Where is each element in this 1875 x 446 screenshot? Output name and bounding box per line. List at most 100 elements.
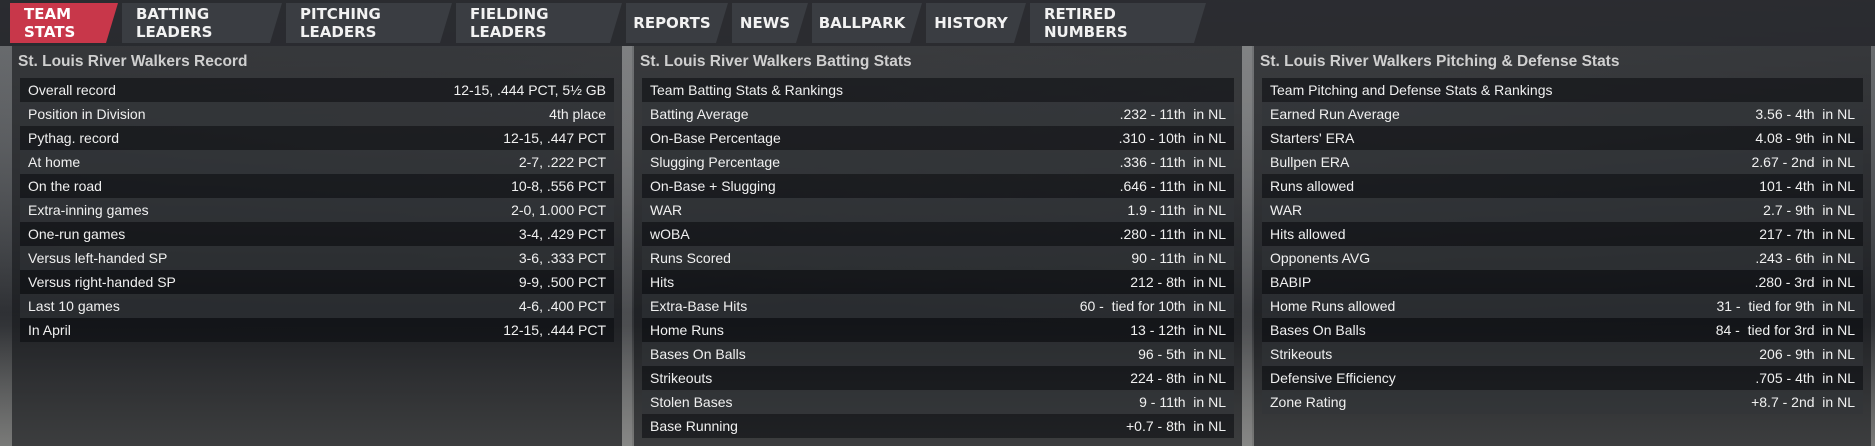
batting-row-label: Hits bbox=[650, 274, 675, 290]
pitching-row: Bases On Balls 84 - tied for 3rd in NL bbox=[1262, 318, 1863, 342]
batting-row: On-Base + Slugging .646 - 11th in NL bbox=[642, 174, 1234, 198]
record-row-value: 3-6, .333 PCT bbox=[518, 250, 606, 266]
batting-row-value: 212 - 8th in NL bbox=[1130, 274, 1226, 290]
batting-row: On-Base Percentage .310 - 10th in NL bbox=[642, 126, 1234, 150]
record-row-label: Pythag. record bbox=[28, 130, 120, 146]
tab-history[interactable]: HISTORY bbox=[926, 3, 1026, 43]
batting-row-label: Extra-Base Hits bbox=[650, 298, 748, 314]
batting-row-value: 13 - 12th in NL bbox=[1130, 322, 1226, 338]
batting-row-label: Bases On Balls bbox=[650, 346, 746, 362]
record-row-value: 12-15, .447 PCT bbox=[503, 130, 606, 146]
pitching-panel-title: St. Louis River Walkers Pitching & Defen… bbox=[1260, 53, 1620, 70]
record-row-label: At home bbox=[28, 154, 81, 170]
batting-row: Bases On Balls 96 - 5th in NL bbox=[642, 342, 1234, 366]
batting-row-label: Stolen Bases bbox=[650, 394, 733, 410]
tab-reports[interactable]: REPORTS bbox=[626, 3, 728, 43]
pitching-row: Hits allowed 217 - 7th in NL bbox=[1262, 222, 1863, 246]
pitching-panel: St. Louis River Walkers Pitching & Defen… bbox=[1254, 46, 1871, 446]
batting-row-value: .280 - 11th in NL bbox=[1119, 226, 1226, 242]
batting-row-label: On-Base + Slugging bbox=[650, 178, 776, 194]
record-row: Overall record 12-15, .444 PCT, 5½ GB bbox=[20, 78, 614, 102]
pitching-row-value: 101 - 4th in NL bbox=[1759, 178, 1855, 194]
pitching-row-value: 4.08 - 9th in NL bbox=[1755, 130, 1855, 146]
batting-row-value: +0.7 - 8th in NL bbox=[1125, 418, 1226, 434]
pitching-row-value: 206 - 9th in NL bbox=[1759, 346, 1855, 362]
pitching-row: Strikeouts 206 - 9th in NL bbox=[1262, 342, 1863, 366]
batting-row: Runs Scored 90 - 11th in NL bbox=[642, 246, 1234, 270]
batting-panel: St. Louis River Walkers Batting Stats Te… bbox=[634, 46, 1242, 446]
pitching-row: Bullpen ERA 2.67 - 2nd in NL bbox=[1262, 150, 1863, 174]
batting-row-label: Runs Scored bbox=[650, 250, 731, 266]
pitching-row: Zone Rating +8.7 - 2nd in NL bbox=[1262, 390, 1863, 414]
tab-team-stats[interactable]: TEAM STATS bbox=[10, 3, 118, 43]
tab-ballpark[interactable]: BALLPARK bbox=[812, 3, 922, 43]
batting-row-label: On-Base Percentage bbox=[650, 130, 781, 146]
record-row-label: Position in Division bbox=[28, 106, 146, 122]
batting-row: Slugging Percentage .336 - 11th in NL bbox=[642, 150, 1234, 174]
batting-row: Strikeouts 224 - 8th in NL bbox=[642, 366, 1234, 390]
batting-row-label: wOBA bbox=[650, 226, 690, 242]
batting-row: wOBA .280 - 11th in NL bbox=[642, 222, 1234, 246]
record-row-value: 2-7, .222 PCT bbox=[518, 154, 606, 170]
batting-row-value: 1.9 - 11th in NL bbox=[1127, 202, 1226, 218]
record-row-label: Versus right-handed SP bbox=[28, 274, 176, 290]
record-row-value: 10-8, .556 PCT bbox=[511, 178, 606, 194]
pitching-row-label: Zone Rating bbox=[1270, 394, 1347, 410]
record-row-value: 2-0, 1.000 PCT bbox=[511, 202, 606, 218]
tab-batting-leaders[interactable]: BATTING LEADERS bbox=[122, 3, 282, 43]
batting-list: Team Batting Stats & Rankings Batting Ave… bbox=[634, 78, 1242, 438]
record-row-value: 9-9, .500 PCT bbox=[518, 274, 606, 290]
record-panel: St. Louis River Walkers Record Overall r… bbox=[12, 46, 622, 446]
pitching-row: Opponents AVG .243 - 6th in NL bbox=[1262, 246, 1863, 270]
record-row-label: On the road bbox=[28, 178, 102, 194]
batting-row-value: .310 - 10th in NL bbox=[1118, 130, 1226, 146]
tab-fielding-leaders[interactable]: FIELDING LEADERS bbox=[456, 3, 622, 43]
pitching-row-value: 217 - 7th in NL bbox=[1759, 226, 1855, 242]
batting-row: Stolen Bases 9 - 11th in NL bbox=[642, 390, 1234, 414]
pitching-row: Earned Run Average 3.56 - 4th in NL bbox=[1262, 102, 1863, 126]
record-row: In April 12-15, .444 PCT bbox=[20, 318, 614, 342]
batting-row: Hits 212 - 8th in NL bbox=[642, 270, 1234, 294]
record-row-value: 3-4, .429 PCT bbox=[518, 226, 606, 242]
pitching-row: WAR 2.7 - 9th in NL bbox=[1262, 198, 1863, 222]
batting-row-label: Base Running bbox=[650, 418, 738, 434]
pitching-row-value: 84 - tied for 3rd in NL bbox=[1715, 322, 1855, 338]
pitching-row: Team Pitching and Defense Stats & Rankin… bbox=[1262, 78, 1863, 102]
pitching-row-value: .705 - 4th in NL bbox=[1755, 370, 1855, 386]
batting-panel-title: St. Louis River Walkers Batting Stats bbox=[640, 53, 912, 70]
record-row: Versus left-handed SP 3-6, .333 PCT bbox=[20, 246, 614, 270]
batting-row-value: .336 - 11th in NL bbox=[1119, 154, 1226, 170]
record-row-label: Overall record bbox=[28, 82, 116, 98]
batting-row-value: 60 - tied for 10th in NL bbox=[1079, 298, 1226, 314]
batting-row: Home Runs 13 - 12th in NL bbox=[642, 318, 1234, 342]
pitching-row: Defensive Efficiency .705 - 4th in NL bbox=[1262, 366, 1863, 390]
pitching-row-label: Team Pitching and Defense Stats & Rankin… bbox=[1270, 82, 1553, 98]
record-row: At home 2-7, .222 PCT bbox=[20, 150, 614, 174]
batting-row-label: Home Runs bbox=[650, 322, 724, 338]
batting-row-value: 96 - 5th in NL bbox=[1138, 346, 1226, 362]
record-row: Position in Division 4th place bbox=[20, 102, 614, 126]
pitching-row-label: Home Runs allowed bbox=[1270, 298, 1396, 314]
pitching-row-label: Starters' ERA bbox=[1270, 130, 1355, 146]
record-row-value: 4-6, .400 PCT bbox=[518, 298, 606, 314]
pitching-row-label: Strikeouts bbox=[1270, 346, 1333, 362]
pitching-row-value: .243 - 6th in NL bbox=[1755, 250, 1855, 266]
batting-row: Extra-Base Hits 60 - tied for 10th in NL bbox=[642, 294, 1234, 318]
pitching-list: Team Pitching and Defense Stats & Rankin… bbox=[1254, 78, 1871, 414]
batting-row: WAR 1.9 - 11th in NL bbox=[642, 198, 1234, 222]
pitching-row-label: Earned Run Average bbox=[1270, 106, 1400, 122]
record-row-value: 4th place bbox=[549, 106, 606, 122]
record-list: Overall record 12-15, .444 PCT, 5½ GB Posi… bbox=[12, 78, 622, 342]
pitching-row-label: BABIP bbox=[1270, 274, 1312, 290]
pitching-row-label: Bases On Balls bbox=[1270, 322, 1366, 338]
record-row-label: In April bbox=[28, 322, 71, 338]
panel-divider bbox=[1242, 46, 1252, 446]
record-row-label: Last 10 games bbox=[28, 298, 120, 314]
tab-news[interactable]: NEWS bbox=[732, 3, 808, 43]
pitching-row-label: Defensive Efficiency bbox=[1270, 370, 1396, 386]
tab-pitching-leaders[interactable]: PITCHING LEADERS bbox=[286, 3, 452, 43]
tab-retired-numbers[interactable]: RETIRED NUMBERS bbox=[1030, 3, 1206, 43]
pitching-row-value: +8.7 - 2nd in NL bbox=[1751, 394, 1855, 410]
record-row: One-run games 3-4, .429 PCT bbox=[20, 222, 614, 246]
pitching-row-label: Runs allowed bbox=[1270, 178, 1355, 194]
